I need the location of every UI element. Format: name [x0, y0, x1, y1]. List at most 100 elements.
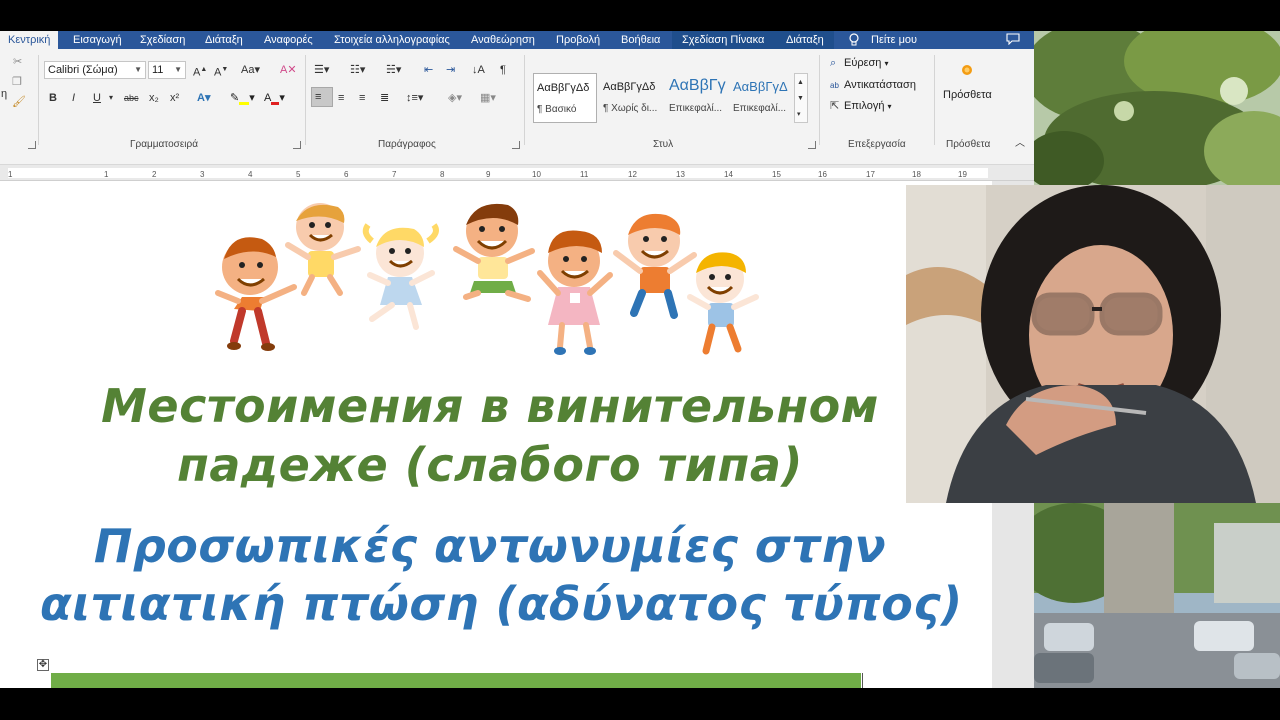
style-normal[interactable]: ΑαΒβΓγΔδ ¶ Βασικό	[533, 73, 597, 123]
title-russian-line-2: падеже (слабого типа)	[177, 438, 803, 492]
tab-help[interactable]: Βοήθεια	[621, 31, 660, 49]
ruler-number: 1	[8, 170, 13, 179]
chevron-down-icon: ▾	[887, 102, 892, 111]
group-separator	[524, 55, 525, 145]
tab-layout[interactable]: Διάταξη	[205, 31, 243, 49]
table-header-row[interactable]	[51, 673, 861, 688]
chevron-down-icon: ▼	[174, 65, 182, 74]
tab-table-layout[interactable]: Διάταξη	[786, 31, 824, 49]
addins-label: Πρόσθετα	[943, 89, 992, 101]
tab-design[interactable]: Σχεδίαση	[140, 31, 185, 49]
chevron-down-icon: ▼	[797, 95, 804, 102]
group-label-paragraph: Παράγραφος	[378, 139, 436, 150]
kid-figure	[362, 223, 439, 330]
strikethrough-button[interactable]: abc	[124, 91, 139, 105]
line-spacing-icon[interactable]: ↕≡▾	[406, 91, 423, 105]
table-end-marker	[862, 673, 863, 688]
format-painter-icon[interactable]: 🖌	[12, 95, 26, 109]
style-no-spacing[interactable]: ΑαΒβΓγΔδ ¶ Χωρίς δι...	[600, 73, 664, 123]
background-video-trees	[1034, 31, 1280, 185]
collapse-ribbon-icon[interactable]: ︿	[1015, 137, 1025, 151]
ribbon-tab-bar: Κεντρική Εισαγωγή Σχεδίαση Διάταξη Αναφο…	[0, 31, 1034, 49]
style-name: Επικεφαλί...	[669, 103, 723, 114]
tell-me-search[interactable]: Πείτε μου	[871, 31, 917, 49]
ruler-number: 10	[532, 170, 541, 179]
style-heading-2[interactable]: ΑαΒβΓγΔ Επικεφαλί...	[730, 73, 790, 123]
shrink-font-icon[interactable]: A▼	[214, 63, 228, 79]
borders-icon[interactable]: ▦▾	[480, 91, 496, 105]
font-color-icon[interactable]: A ▾	[264, 91, 285, 105]
change-case-icon[interactable]: Aa▾	[241, 63, 260, 77]
highlight-icon[interactable]: ✎ ▾	[230, 91, 255, 105]
align-left-button[interactable]: ≡	[311, 87, 333, 107]
decrease-indent-icon[interactable]: ⇤	[424, 63, 433, 77]
font-size-combo[interactable]: 11 ▼	[148, 61, 186, 79]
replace-label: Αντικατάσταση	[844, 79, 916, 91]
tab-mailings[interactable]: Στοιχεία αλληλογραφίας	[334, 31, 450, 49]
style-heading-1[interactable]: ΑαΒβΓγ Επικεφαλί...	[666, 73, 730, 123]
clear-formatting-icon[interactable]: A✕	[280, 63, 297, 77]
tab-review[interactable]: Αναθεώρηση	[471, 31, 535, 49]
justify-icon[interactable]: ≣	[380, 91, 389, 105]
group-label-font: Γραμματοσειρά	[130, 139, 198, 150]
group-separator	[819, 55, 820, 145]
horizontal-ruler[interactable]: 1 1 2 3 4 5 6 7 8 9 10 11 12 13 14 15 16…	[0, 165, 1034, 181]
group-label-editing: Επεξεργασία	[848, 139, 906, 150]
show-marks-icon[interactable]: ¶	[500, 63, 506, 77]
align-center-icon[interactable]: ≡	[338, 91, 344, 105]
cut-icon[interactable]: ✂	[13, 55, 22, 69]
subscript-button[interactable]: x₂	[149, 91, 159, 105]
text-effects-icon[interactable]: A▾	[197, 91, 210, 105]
font-name-combo[interactable]: Calibri (Σώμα) ▼	[44, 61, 146, 79]
paste-icon[interactable]: η	[0, 87, 8, 101]
tab-references[interactable]: Αναφορές	[264, 31, 313, 49]
kid-figure	[285, 203, 361, 296]
ruler-number: 18	[912, 170, 921, 179]
italic-button[interactable]: I	[72, 91, 75, 105]
style-name: ¶ Χωρίς δι...	[603, 103, 658, 114]
shading-icon[interactable]: ◈▾	[448, 91, 462, 105]
select-button[interactable]: ⇱ Επιλογή ▾	[830, 99, 892, 112]
replace-button[interactable]: ab Αντικατάσταση	[830, 79, 916, 91]
cursor-icon: ⇱	[830, 100, 840, 112]
superscript-button[interactable]: x²	[170, 91, 179, 105]
style-sample: ΑαΒβΓγΔδ	[603, 81, 656, 93]
tab-insert[interactable]: Εισαγωγή	[73, 31, 122, 49]
bold-button[interactable]: B	[49, 91, 57, 105]
ruler-number: 1	[104, 170, 109, 179]
multilevel-list-icon[interactable]: ☵▾	[386, 63, 401, 77]
ruler-number: 2	[152, 170, 157, 179]
increase-indent-icon[interactable]: ⇥	[446, 63, 455, 77]
kid-figure	[453, 203, 535, 302]
styles-launcher-icon[interactable]	[808, 141, 816, 149]
ruler-number: 3	[200, 170, 205, 179]
underline-button[interactable]: U	[93, 91, 101, 105]
table-move-handle-icon[interactable]: ✥	[37, 659, 49, 671]
chevron-down-icon[interactable]: ▾	[109, 91, 113, 105]
paragraph-launcher-icon[interactable]	[512, 141, 520, 149]
select-label: Επιλογή	[844, 100, 885, 112]
clipboard-launcher-icon[interactable]	[28, 141, 36, 149]
style-sample: ΑαΒβΓγ	[669, 77, 726, 94]
chevron-down-icon: ▾	[884, 59, 889, 68]
ruler-number: 5	[296, 170, 301, 179]
styles-gallery-scroll[interactable]: ▲ ▼ ▾	[794, 73, 808, 123]
document-page[interactable]: Местоимения в винительном падеже (слабог…	[0, 181, 992, 688]
align-right-icon[interactable]: ≡	[359, 91, 365, 105]
grow-font-icon[interactable]: A▲	[193, 63, 207, 79]
group-label-styles: Στυλ	[653, 139, 674, 150]
tab-home[interactable]: Κεντρική	[0, 31, 59, 49]
chevron-up-icon: ▲	[797, 79, 804, 86]
tab-view[interactable]: Προβολή	[556, 31, 600, 49]
find-button[interactable]: ⌕ Εύρεση ▾	[830, 57, 889, 70]
bullets-icon[interactable]: ☰▾	[314, 63, 329, 77]
title-greek-line-2: αιτιατική πτώση (αδύνατος τύπος)	[40, 577, 963, 631]
copy-icon[interactable]: ❐	[12, 75, 22, 89]
font-launcher-icon[interactable]	[293, 141, 301, 149]
sort-icon[interactable]: ↓A	[472, 63, 485, 77]
tab-table-design[interactable]: Σχεδίαση Πίνακα	[682, 31, 764, 49]
numbering-icon[interactable]: ☷▾	[350, 63, 365, 77]
comment-icon[interactable]	[1006, 33, 1020, 45]
style-name: ¶ Βασικό	[537, 104, 577, 115]
addins-button[interactable]: Πρόσθετα	[940, 59, 998, 119]
